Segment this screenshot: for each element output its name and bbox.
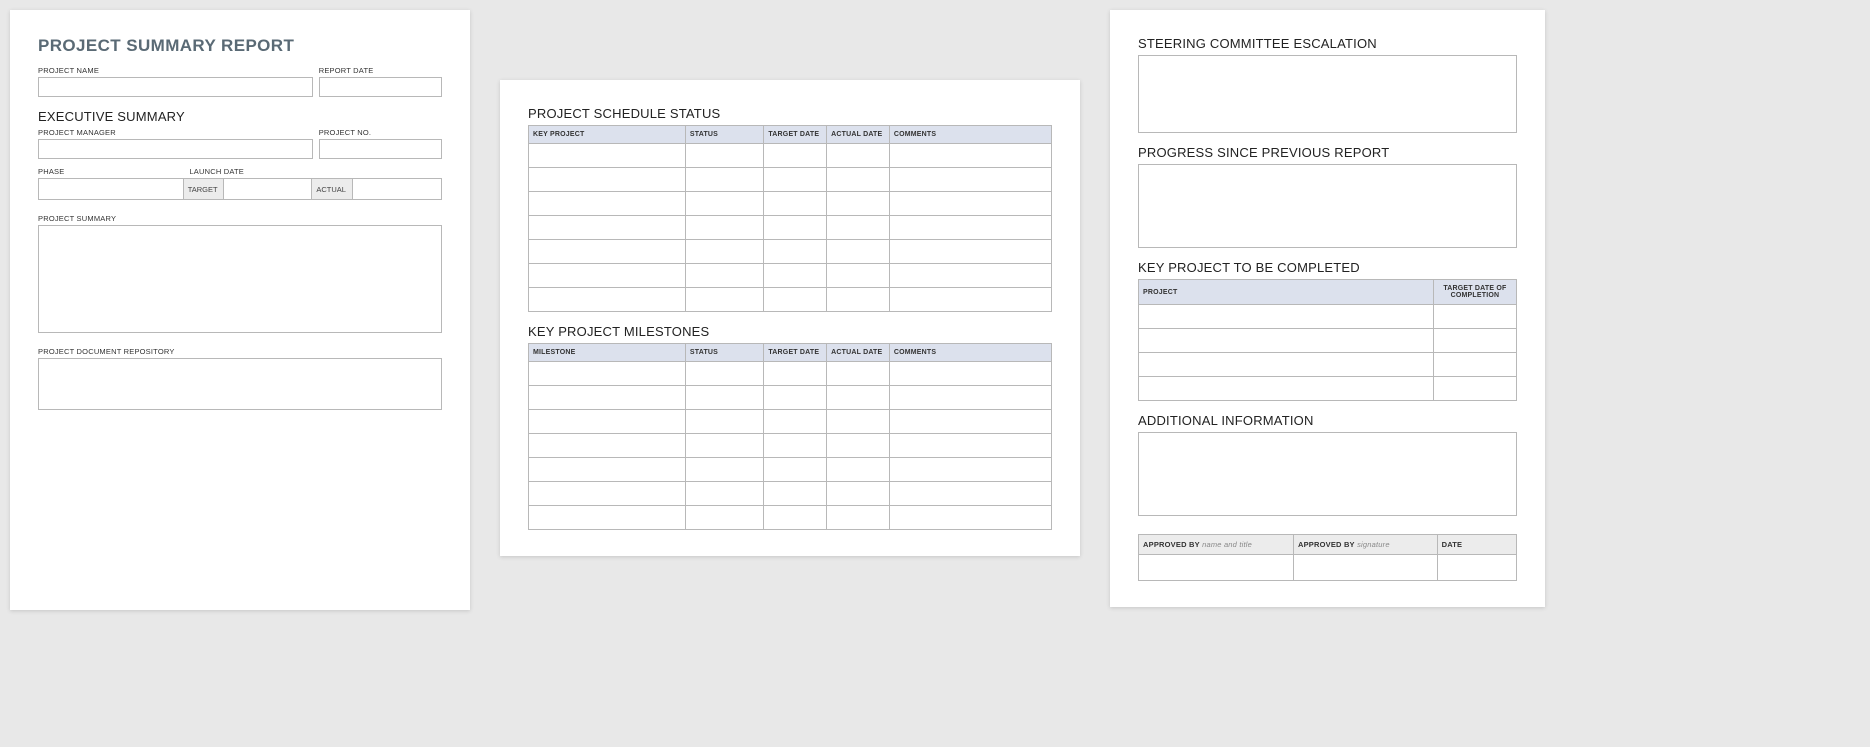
table-row[interactable] <box>529 144 1052 168</box>
label-project-manager: PROJECT MANAGER <box>38 128 313 137</box>
th-milestone: MILESTONE <box>529 344 686 362</box>
section-milestones: KEY PROJECT MILESTONES <box>528 324 1052 339</box>
table-row[interactable] <box>1139 305 1517 329</box>
table-row[interactable] <box>529 192 1052 216</box>
th-project: PROJECT <box>1139 280 1434 305</box>
input-project-manager[interactable] <box>38 139 313 159</box>
table-row[interactable] <box>529 240 1052 264</box>
th-date: DATE <box>1437 535 1516 555</box>
table-row[interactable] <box>529 264 1052 288</box>
section-executive-summary: EXECUTIVE SUMMARY <box>38 109 442 124</box>
table-row[interactable] <box>529 458 1052 482</box>
input-project-no[interactable] <box>319 139 442 159</box>
th-approved-name: APPROVED BY name and title <box>1139 535 1294 555</box>
main-title: PROJECT SUMMARY REPORT <box>38 36 442 56</box>
launch-row: TARGET ACTUAL <box>38 178 442 200</box>
table-row[interactable] <box>529 410 1052 434</box>
table-schedule-status: KEY PROJECT STATUS TARGET DATE ACTUAL DA… <box>528 125 1052 312</box>
th-approved-sig: APPROVED BY signature <box>1293 535 1437 555</box>
th-actual-date-2: ACTUAL DATE <box>827 344 890 362</box>
section-schedule-status: PROJECT SCHEDULE STATUS <box>528 106 1052 121</box>
textarea-project-summary[interactable] <box>38 225 442 333</box>
section-progress: PROGRESS SINCE PREVIOUS REPORT <box>1138 145 1517 160</box>
table-row[interactable] <box>529 482 1052 506</box>
table-row[interactable] <box>529 288 1052 312</box>
table-row[interactable] <box>529 434 1052 458</box>
table-row[interactable] <box>1139 377 1517 401</box>
label-report-date: REPORT DATE <box>319 66 442 75</box>
label-launch-date: LAUNCH DATE <box>189 167 442 176</box>
label-phase: PHASE <box>38 167 183 176</box>
table-row[interactable] <box>529 362 1052 386</box>
input-launch-actual[interactable] <box>353 179 441 199</box>
table-row[interactable] <box>1139 329 1517 353</box>
approved-by-label-2: APPROVED BY <box>1298 540 1355 549</box>
table-row[interactable] <box>529 386 1052 410</box>
input-report-date[interactable] <box>319 77 442 97</box>
approved-by-label-1: APPROVED BY <box>1143 540 1200 549</box>
textarea-progress[interactable] <box>1138 164 1517 248</box>
section-key-project-complete: KEY PROJECT TO BE COMPLETED <box>1138 260 1517 275</box>
textarea-steering[interactable] <box>1138 55 1517 133</box>
page-1: PROJECT SUMMARY REPORT PROJECT NAME REPO… <box>10 10 470 610</box>
table-milestones: MILESTONE STATUS TARGET DATE ACTUAL DATE… <box>528 343 1052 530</box>
page-3: STEERING COMMITTEE ESCALATION PROGRESS S… <box>1110 10 1545 607</box>
section-additional: ADDITIONAL INFORMATION <box>1138 413 1517 428</box>
input-phase[interactable] <box>39 179 184 199</box>
label-project-summary: PROJECT SUMMARY <box>38 214 442 223</box>
th-comments: COMMENTS <box>889 126 1051 144</box>
th-comments-2: COMMENTS <box>889 344 1051 362</box>
label-target: TARGET <box>184 179 224 199</box>
label-actual: ACTUAL <box>312 179 352 199</box>
table-row[interactable] <box>529 216 1052 240</box>
date-label: DATE <box>1442 540 1463 549</box>
approved-by-signature: signature <box>1357 540 1390 549</box>
th-status-2: STATUS <box>685 344 763 362</box>
table-key-project: PROJECT TARGET DATE OF COMPLETION <box>1138 279 1517 401</box>
th-status: STATUS <box>685 126 763 144</box>
section-steering: STEERING COMMITTEE ESCALATION <box>1138 36 1517 51</box>
input-project-name[interactable] <box>38 77 313 97</box>
table-row[interactable] <box>1139 353 1517 377</box>
table-row[interactable] <box>529 506 1052 530</box>
table-row[interactable] <box>1139 555 1517 581</box>
th-target-completion: TARGET DATE OF COMPLETION <box>1433 280 1516 305</box>
label-project-name: PROJECT NAME <box>38 66 313 75</box>
th-target-date: TARGET DATE <box>764 126 827 144</box>
page-2: PROJECT SCHEDULE STATUS KEY PROJECT STAT… <box>500 80 1080 556</box>
th-target-date-2: TARGET DATE <box>764 344 827 362</box>
table-row[interactable] <box>529 168 1052 192</box>
th-actual-date: ACTUAL DATE <box>827 126 890 144</box>
table-approval: APPROVED BY name and title APPROVED BY s… <box>1138 534 1517 581</box>
approved-by-name-title: name and title <box>1202 540 1252 549</box>
input-launch-target[interactable] <box>224 179 312 199</box>
label-project-no: PROJECT NO. <box>319 128 442 137</box>
textarea-doc-repo[interactable] <box>38 358 442 410</box>
th-key-project: KEY PROJECT <box>529 126 686 144</box>
textarea-additional[interactable] <box>1138 432 1517 516</box>
label-doc-repo: PROJECT DOCUMENT REPOSITORY <box>38 347 442 356</box>
